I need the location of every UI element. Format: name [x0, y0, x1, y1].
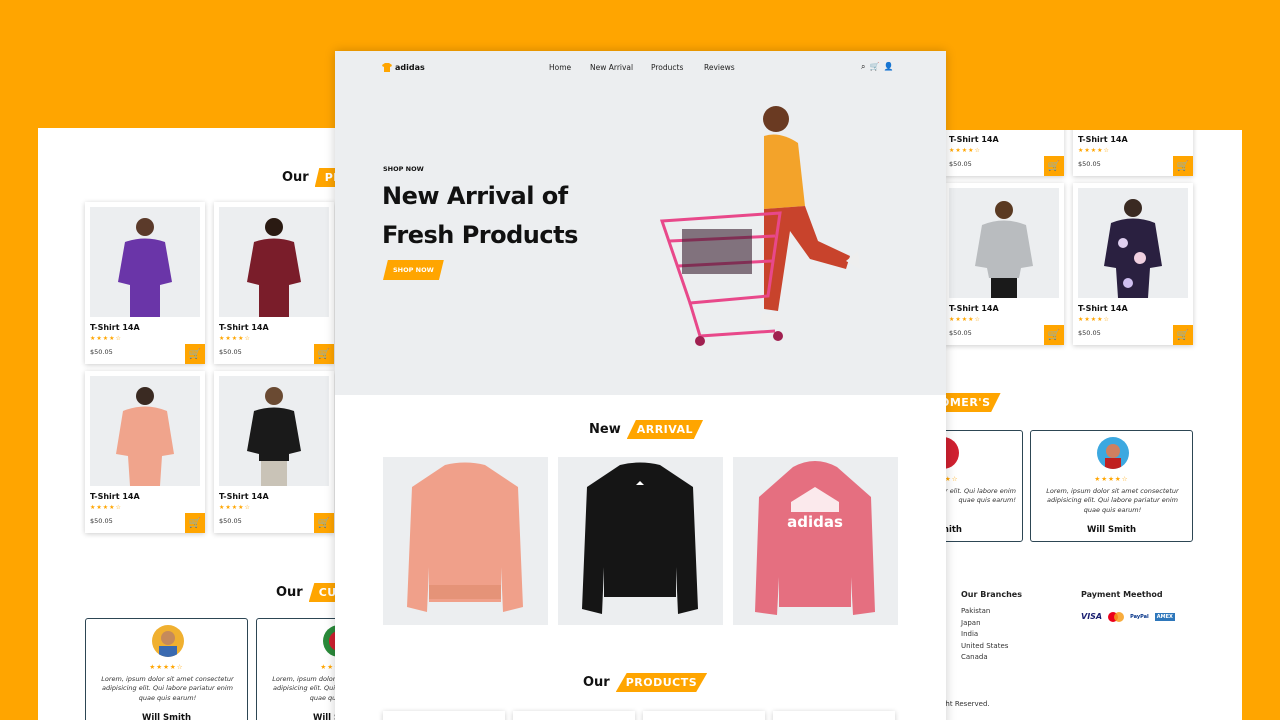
product-card[interactable]: T-Shirt 14A ★★★★☆ $50.05 🛒 [1073, 183, 1193, 345]
product-card[interactable] [513, 711, 635, 720]
search-icon[interactable]: ⌕ [861, 62, 865, 72]
new-arrival-card[interactable] [558, 457, 723, 625]
hero-kicker: SHOP NOW [383, 165, 424, 173]
add-to-cart-button[interactable]: 🛒 [314, 344, 334, 364]
product-image [219, 207, 329, 317]
hero-title: New Arrival of Fresh Products [382, 182, 578, 249]
paypal-icon: PayPal [1130, 613, 1149, 620]
nav-home[interactable]: Home [549, 63, 571, 72]
add-to-cart-button[interactable]: 🛒 [1173, 156, 1193, 176]
product-card[interactable]: T-Shirt 14A ★★★★☆ $50.05 🛒 [944, 183, 1064, 345]
cart-icon: 🛒 [188, 517, 202, 529]
cart-icon: 🛒 [317, 517, 331, 529]
rating-stars: ★★★★☆ [1078, 316, 1110, 323]
footer-payment: Payment Meethod VISA PayPal AMEX [1081, 590, 1175, 626]
avatar [152, 625, 184, 657]
rating-stars: ★★★★☆ [219, 335, 251, 342]
cart-icon: 🛒 [1176, 160, 1190, 172]
product-card[interactable]: T-Shirt 14A ★★★★☆ $50.05 🛒 [85, 202, 205, 364]
add-to-cart-button[interactable]: 🛒 [1044, 325, 1064, 345]
rating-stars: ★★★★☆ [149, 663, 184, 671]
mastercard-icon [1108, 607, 1125, 626]
new-arrival-heading: New ARRIVAL [589, 420, 704, 439]
center-preview-page: adidas Home New Arrival Products Reviews… [335, 51, 946, 720]
branch-link[interactable]: United States [961, 641, 1022, 653]
review-card: ★★★★☆ Lorem, ipsum dolor sit amet consec… [85, 618, 248, 720]
nav-products[interactable]: Products [651, 63, 683, 72]
rating-stars: ★★★★☆ [949, 316, 981, 323]
product-image [1078, 188, 1188, 298]
product-image [949, 188, 1059, 298]
hero-section: adidas Home New Arrival Products Reviews… [335, 51, 946, 395]
sweatshirt-image [582, 462, 698, 614]
product-card[interactable] [643, 711, 765, 720]
hoodie-logo: adidas [787, 513, 843, 531]
avatar [1097, 437, 1129, 469]
rating-stars: ★★★★☆ [219, 504, 251, 511]
hoodie-image: adidas [755, 461, 875, 615]
cart-icon: 🛒 [188, 348, 202, 360]
product-card[interactable] [383, 711, 505, 720]
product-card[interactable]: T-Shirt 14A ★★★★☆ $50.05 🛒 [214, 202, 334, 364]
add-to-cart-button[interactable]: 🛒 [314, 513, 334, 533]
left-preview-panel: Our PR T-Shirt 14A ★★★★☆ $50.05 🛒 T-Shir… [38, 128, 348, 720]
hero-shop-now-button[interactable]: SHOP NOW [383, 260, 444, 280]
product-image [219, 376, 329, 486]
products-heading: Our PRODUCTS [583, 673, 708, 692]
review-card: ★★★★☆ Lorem, ipsum dolor sit amet consec… [1030, 430, 1193, 542]
product-card[interactable]: T-Shirt 14A ★★★★☆ $50.05 🛒 [1073, 130, 1193, 176]
new-arrival-card[interactable] [383, 457, 548, 625]
cart-icon: 🛒 [317, 348, 331, 360]
branch-link[interactable]: India [961, 629, 1022, 641]
add-to-cart-button[interactable]: 🛒 [1044, 156, 1064, 176]
rating-stars: ★★★★☆ [90, 335, 122, 342]
amex-icon: AMEX [1154, 612, 1175, 621]
add-to-cart-button[interactable]: 🛒 [185, 344, 205, 364]
sweatshirt-image [407, 462, 523, 612]
brand-logo[interactable]: adidas [382, 63, 425, 72]
cart-icon: 🛒 [1047, 329, 1061, 341]
nav-reviews[interactable]: Reviews [704, 63, 735, 72]
branch-link[interactable]: Canada [961, 652, 1022, 664]
product-image [90, 376, 200, 486]
product-card[interactable]: T-Shirt 14A ★★★★☆ $50.05 🛒 [214, 371, 334, 533]
add-to-cart-button[interactable]: 🛒 [185, 513, 205, 533]
product-card[interactable]: T-Shirt 14A ★★★★☆ $50.05 🛒 [944, 130, 1064, 176]
new-arrival-card[interactable]: adidas [733, 457, 898, 625]
branch-link[interactable]: Japan [961, 618, 1022, 630]
header-actions: ⌕ 🛒 👤 [861, 62, 893, 72]
rating-stars: ★★★★☆ [1094, 475, 1129, 483]
cart-icon: 🛒 [1047, 160, 1061, 172]
right-preview-panel: T-Shirt 14A ★★★★☆ $50.05 🛒 T-Shirt 14A ★… [930, 130, 1242, 720]
product-card[interactable]: T-Shirt 14A ★★★★☆ $50.05 🛒 [85, 371, 205, 533]
add-to-cart-button[interactable]: 🛒 [1173, 325, 1193, 345]
product-image [90, 207, 200, 317]
visa-icon: VISA [1081, 612, 1103, 621]
tshirt-icon [382, 63, 392, 72]
user-icon[interactable]: 👤 [883, 62, 893, 72]
product-card[interactable] [773, 711, 895, 720]
rating-stars: ★★★★☆ [1078, 147, 1110, 154]
hero-model-image [660, 106, 860, 346]
nav-new-arrival[interactable]: New Arrival [590, 63, 633, 72]
branch-link[interactable]: Pakistan [961, 606, 1022, 618]
cart-icon[interactable]: 🛒 [869, 62, 879, 72]
rating-stars: ★★★★☆ [90, 504, 122, 511]
cart-icon: 🛒 [1176, 329, 1190, 341]
rating-stars: ★★★★☆ [949, 147, 981, 154]
footer-branches: Our Branches Pakistan Japan India United… [961, 590, 1022, 664]
